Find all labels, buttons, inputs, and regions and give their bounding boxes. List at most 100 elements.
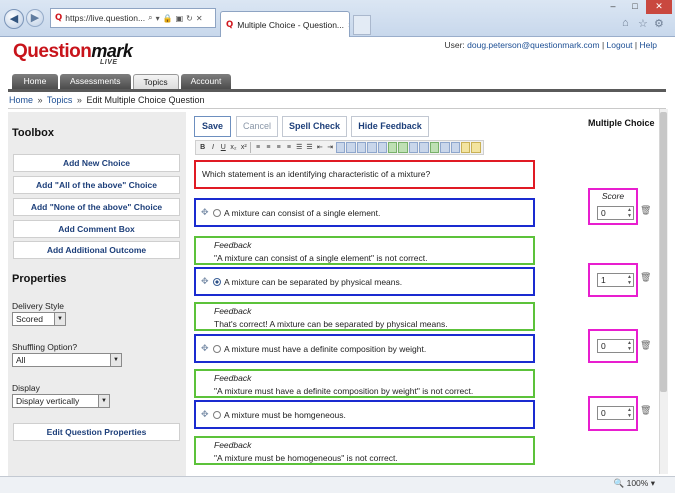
spinner-arrows-icon[interactable]: ▲ ▼	[627, 207, 632, 219]
choice-feedback[interactable]: Feedback That's correct! A mixture can b…	[194, 302, 535, 331]
favorites-star-icon[interactable]: ☆	[638, 17, 648, 30]
user-email-link[interactable]: doug.peterson@questionmark.com	[467, 40, 599, 50]
delete-choice-icon[interactable]: 🗑	[640, 340, 651, 350]
help-link[interactable]: Help	[640, 40, 657, 50]
choice-row[interactable]: ✥ A mixture can consist of a single elem…	[194, 198, 535, 227]
choice-row[interactable]: ✥ A mixture can be separated by physical…	[194, 267, 535, 296]
drag-handle-icon[interactable]: ✥	[201, 276, 210, 287]
table-icon[interactable]	[398, 142, 408, 153]
superscript-button[interactable]: x²	[239, 142, 248, 153]
dropdown-arrow-icon[interactable]: ▾	[156, 14, 160, 23]
scrollbar-thumb[interactable]	[660, 112, 667, 392]
insert-object-icon[interactable]	[429, 142, 440, 153]
choice-text[interactable]: A mixture must have a definite compositi…	[224, 344, 426, 354]
window-close-button[interactable]: ✕	[646, 0, 672, 14]
subscript-button[interactable]: x₂	[229, 142, 238, 153]
choice-radio[interactable]	[213, 344, 221, 353]
score-input[interactable]: 0 ▲ ▼	[597, 406, 634, 420]
tab-topics[interactable]: Topics	[132, 74, 179, 89]
certificate-icon[interactable]: ▣	[176, 14, 184, 23]
delete-choice-icon[interactable]: 🗑	[640, 272, 651, 282]
breadcrumb-home[interactable]: Home	[9, 95, 33, 105]
image-icon[interactable]	[387, 142, 398, 153]
add-none-of-above-button[interactable]: Add "None of the above" Choice	[13, 198, 180, 216]
refresh-icon[interactable]: ↻	[186, 14, 193, 23]
lock-icon[interactable]: 🔒	[163, 14, 173, 23]
tab-home[interactable]: Home	[12, 74, 58, 89]
drag-handle-icon[interactable]: ✥	[201, 409, 210, 420]
flash-icon[interactable]	[419, 142, 429, 153]
address-bar[interactable]: Q https://live.question... ⌕ ▾ 🔒 ▣ ↻ ✕	[50, 8, 216, 28]
settings-gear-icon[interactable]: ⚙	[654, 17, 664, 30]
zoom-level[interactable]: 🔍 100% ▾	[614, 478, 655, 489]
add-new-choice-button[interactable]: Add New Choice	[13, 154, 180, 172]
delete-choice-icon[interactable]: 🗑	[640, 205, 651, 215]
stop-icon[interactable]: ✕	[196, 14, 203, 23]
special-character-icon[interactable]	[367, 142, 377, 153]
add-additional-outcome-button[interactable]: Add Additional Outcome	[13, 241, 180, 259]
indent-icon[interactable]: ⇥	[326, 142, 335, 153]
italic-button[interactable]: I	[208, 142, 217, 153]
choice-row[interactable]: ✥ A mixture must have a definite composi…	[194, 334, 535, 363]
maximize-button[interactable]: □	[624, 0, 646, 14]
question-stem[interactable]: Which statement is an identifying charac…	[194, 160, 535, 189]
shuffling-option-select[interactable]: All ▼	[12, 353, 122, 367]
choice-text[interactable]: A mixture can be separated by physical m…	[224, 277, 402, 287]
feedback-text[interactable]: That's correct! A mixture can be separat…	[214, 319, 515, 329]
underline-button[interactable]: U	[219, 142, 228, 153]
score-input[interactable]: 0 ▲ ▼	[597, 339, 634, 353]
add-comment-box-button[interactable]: Add Comment Box	[13, 220, 180, 238]
tab-account[interactable]: Account	[180, 74, 232, 89]
align-justify-icon[interactable]: ≡	[284, 142, 293, 153]
choice-radio[interactable]	[213, 208, 221, 217]
copy-icon[interactable]	[346, 142, 356, 153]
choice-text[interactable]: A mixture can consist of a single elemen…	[224, 208, 380, 218]
browser-tab[interactable]: Q Multiple Choice - Question... ×	[220, 11, 350, 37]
feedback-text[interactable]: "A mixture can consist of a single eleme…	[214, 253, 515, 263]
outdent-icon[interactable]: ⇤	[315, 142, 324, 153]
numbered-list-icon[interactable]: ☰	[295, 142, 304, 153]
new-tab-button[interactable]	[353, 15, 371, 35]
save-button[interactable]: Save	[194, 116, 231, 137]
score-input[interactable]: 1 ▲ ▼	[597, 273, 634, 287]
breadcrumb-topics[interactable]: Topics	[47, 95, 73, 105]
logout-link[interactable]: Logout	[607, 40, 633, 50]
choice-radio-selected[interactable]	[213, 277, 221, 286]
spinner-arrows-icon[interactable]: ▲ ▼	[627, 274, 632, 286]
add-all-of-above-button[interactable]: Add "All of the above" Choice	[13, 176, 180, 194]
media-icon[interactable]	[408, 142, 419, 153]
link-icon[interactable]	[377, 142, 387, 153]
feedback-text[interactable]: "A mixture must have a definite composit…	[214, 386, 515, 396]
spell-check-button[interactable]: Spell Check	[282, 116, 347, 137]
spinner-arrows-icon[interactable]: ▲ ▼	[627, 340, 632, 352]
align-right-icon[interactable]: ≡	[274, 142, 283, 153]
align-center-icon[interactable]: ≡	[264, 142, 273, 153]
delivery-style-select[interactable]: Scored ▼	[12, 312, 66, 326]
paste-icon[interactable]	[356, 142, 367, 153]
choice-feedback[interactable]: Feedback "A mixture must be homogeneous"…	[194, 436, 535, 465]
choice-text[interactable]: A mixture must be homgeneous.	[224, 410, 346, 420]
bold-button[interactable]: B	[198, 142, 207, 153]
html-source-icon[interactable]	[440, 142, 450, 153]
score-input[interactable]: 0 ▲ ▼	[597, 206, 634, 220]
drag-handle-icon[interactable]: ✥	[201, 343, 210, 354]
spinner-arrows-icon[interactable]: ▲ ▼	[627, 407, 632, 419]
back-arrow-icon[interactable]: ◀	[4, 9, 24, 29]
forward-arrow-icon[interactable]: ▶	[26, 9, 44, 27]
choice-feedback[interactable]: Feedback "A mixture can consist of a sin…	[194, 236, 535, 265]
delete-choice-icon[interactable]: 🗑	[640, 405, 651, 415]
edit-question-properties-button[interactable]: Edit Question Properties	[13, 423, 180, 441]
minimize-button[interactable]: –	[602, 0, 624, 14]
hide-feedback-button[interactable]: Hide Feedback	[351, 116, 429, 137]
choice-feedback[interactable]: Feedback "A mixture must have a definite…	[194, 369, 535, 398]
horizontal-rule-icon[interactable]	[471, 142, 481, 153]
choice-row[interactable]: ✥ A mixture must be homgeneous.	[194, 400, 535, 429]
tab-close-icon[interactable]: ×	[348, 20, 349, 30]
display-select[interactable]: Display vertically ▼	[12, 394, 110, 408]
tab-assessments[interactable]: Assessments	[60, 74, 131, 89]
drag-handle-icon[interactable]: ✥	[201, 207, 210, 218]
feedback-text[interactable]: "A mixture must be homogeneous" is not c…	[214, 453, 515, 463]
spellcheck-icon[interactable]	[461, 142, 471, 153]
bullet-list-icon[interactable]: ☰	[305, 142, 314, 153]
cancel-button[interactable]: Cancel	[236, 116, 278, 137]
